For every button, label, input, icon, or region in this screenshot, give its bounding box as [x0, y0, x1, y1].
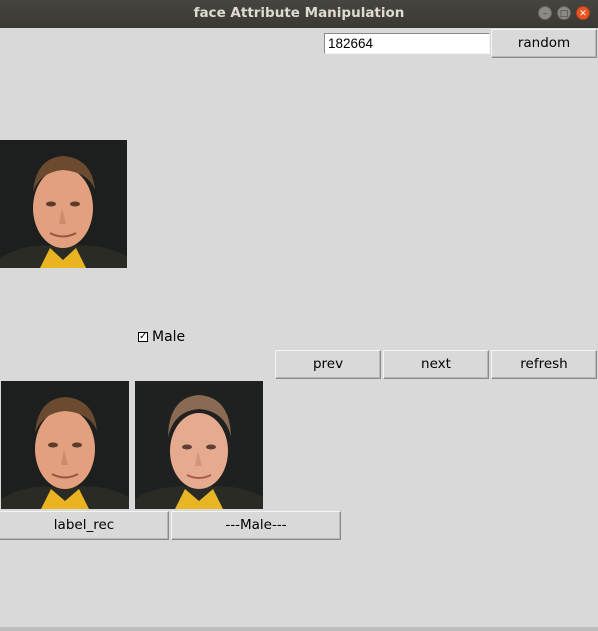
prev-button[interactable]: prev	[275, 350, 381, 379]
male-checkbox[interactable]: ✓	[138, 332, 148, 342]
reconstruction-face-image	[1, 381, 129, 509]
image-index-input[interactable]	[324, 33, 490, 54]
next-button[interactable]: next	[383, 350, 489, 379]
refresh-button[interactable]: refresh	[491, 350, 597, 379]
close-icon[interactable]: ✕	[576, 6, 590, 20]
window-title: face Attribute Manipulation	[193, 5, 405, 21]
random-button[interactable]: random	[491, 29, 597, 58]
manipulated-face-image	[135, 381, 263, 509]
original-face-image	[0, 140, 127, 268]
male-checkbox-label[interactable]: Male	[152, 329, 185, 345]
window-bottom-edge	[0, 627, 598, 631]
minimize-icon[interactable]: –	[538, 6, 552, 20]
label-rec-button[interactable]: label_rec	[0, 511, 169, 540]
maximize-icon[interactable]: □	[557, 6, 571, 20]
attribute-result-button[interactable]: ---Male---	[171, 511, 341, 540]
